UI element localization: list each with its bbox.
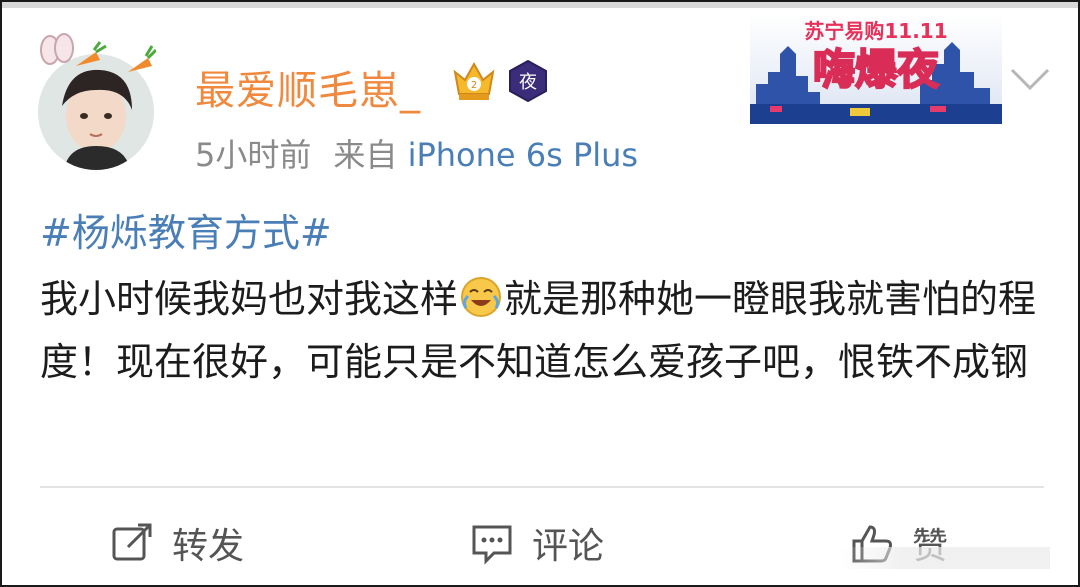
banner-top-text: 苏宁易购11.11: [804, 19, 947, 43]
post-text-part1: 我小时候我妈也对我这样: [40, 277, 459, 321]
watermark: [840, 547, 1050, 569]
device-link[interactable]: iPhone 6s Plus: [408, 136, 639, 174]
night-badge-char: 夜: [519, 72, 537, 93]
chevron-down-icon[interactable]: [1008, 64, 1052, 94]
hashtag-link[interactable]: #杨烁教育方式#: [40, 202, 332, 257]
banner-main-text: 嗨爆夜: [813, 45, 940, 94]
repost-button[interactable]: 转发: [110, 516, 244, 570]
author-name[interactable]: 最爱顺毛崽_: [195, 58, 421, 116]
crown-icon[interactable]: 2: [451, 58, 497, 104]
comment-icon: [472, 525, 512, 565]
weibo-post-card: 最爱顺毛崽_ 2 夜 5小时前 来自 iPhone 6s Plus 苏宁易购11…: [0, 0, 1080, 587]
post-meta: 5小时前 来自 iPhone 6s Plus: [195, 130, 638, 176]
avatar-decoration-icon: [36, 32, 158, 82]
night-badge-icon[interactable]: 夜: [507, 59, 549, 103]
post-text: 我小时候我妈也对我这样 就是那种她一瞪眼我就害怕的程度！现在很好，可能只是不知道怎…: [40, 268, 1050, 394]
top-strip: [2, 2, 1078, 8]
svg-text:2: 2: [471, 80, 477, 91]
comment-label: 评论: [532, 526, 605, 567]
repost-icon: [112, 523, 152, 561]
source-prefix: 来自: [333, 136, 398, 174]
post-time: 5小时前: [195, 136, 312, 174]
crying-laughing-emoji-icon: [460, 274, 502, 317]
comment-button[interactable]: 评论: [470, 516, 604, 570]
event-banner[interactable]: 苏宁易购11.11 嗨爆夜: [750, 14, 1002, 124]
repost-label: 转发: [172, 526, 245, 567]
divider: [40, 486, 1044, 488]
